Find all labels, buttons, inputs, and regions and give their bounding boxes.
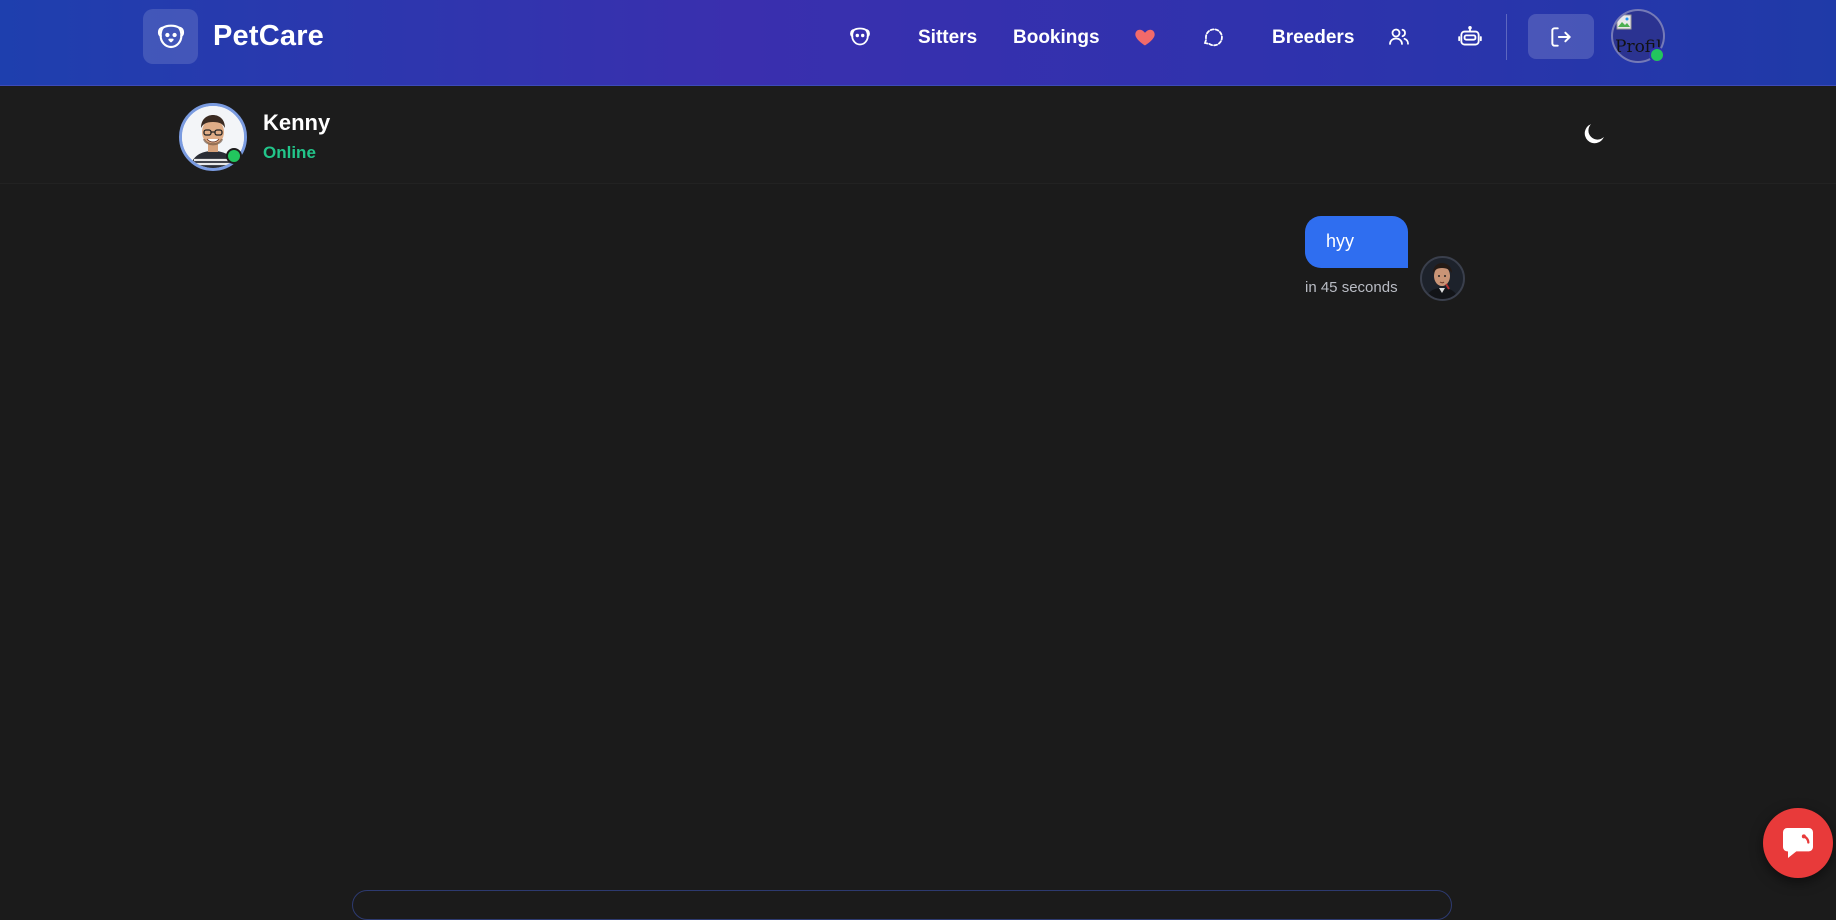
logout-icon [1551, 26, 1571, 47]
contact-status: Online [263, 143, 316, 162]
nav-favorites-link[interactable] [1130, 22, 1160, 52]
users-icon [1389, 28, 1409, 45]
top-navbar: PetCare Sitters Bookings Breeders Profil [0, 0, 1836, 86]
online-indicator [1649, 47, 1665, 63]
nav-divider [1506, 14, 1507, 60]
dog-face-icon [157, 24, 184, 48]
robot-icon [1458, 26, 1482, 46]
message-text: hyy [1326, 231, 1355, 251]
brand-name[interactable]: PetCare [213, 20, 324, 53]
nav-pets-link[interactable] [845, 22, 875, 52]
chat-bubble-icon [1203, 28, 1223, 47]
nav-chat-link[interactable] [1198, 22, 1228, 52]
message-bubble: hyy [1305, 216, 1408, 268]
chat-header: Kenny Online [0, 87, 1836, 184]
contact-name: Kenny [263, 110, 331, 135]
nav-breeders-link[interactable]: Breeders [1272, 24, 1354, 52]
message-composer[interactable] [352, 890, 1452, 920]
broken-image-icon [1616, 14, 1632, 30]
nav-users-link[interactable] [1384, 22, 1414, 52]
moon-icon [1584, 124, 1604, 144]
nav-sitters-link[interactable]: Sitters [918, 24, 977, 52]
logo[interactable] [143, 9, 198, 64]
nav-bookings-link[interactable]: Bookings [1013, 24, 1100, 52]
person-photo [1422, 258, 1463, 299]
support-chat-button[interactable] [1763, 808, 1833, 878]
dog-face-icon [850, 27, 870, 46]
nav-bot-link[interactable] [1455, 22, 1485, 52]
theme-toggle-button[interactable] [1578, 118, 1610, 150]
contact-online-indicator [226, 148, 242, 164]
heart-icon [1135, 29, 1155, 46]
sender-avatar [1420, 256, 1465, 301]
support-chat-icon [1783, 828, 1813, 858]
logout-button[interactable] [1528, 14, 1594, 59]
message-timestamp: in 45 seconds [1305, 279, 1398, 296]
